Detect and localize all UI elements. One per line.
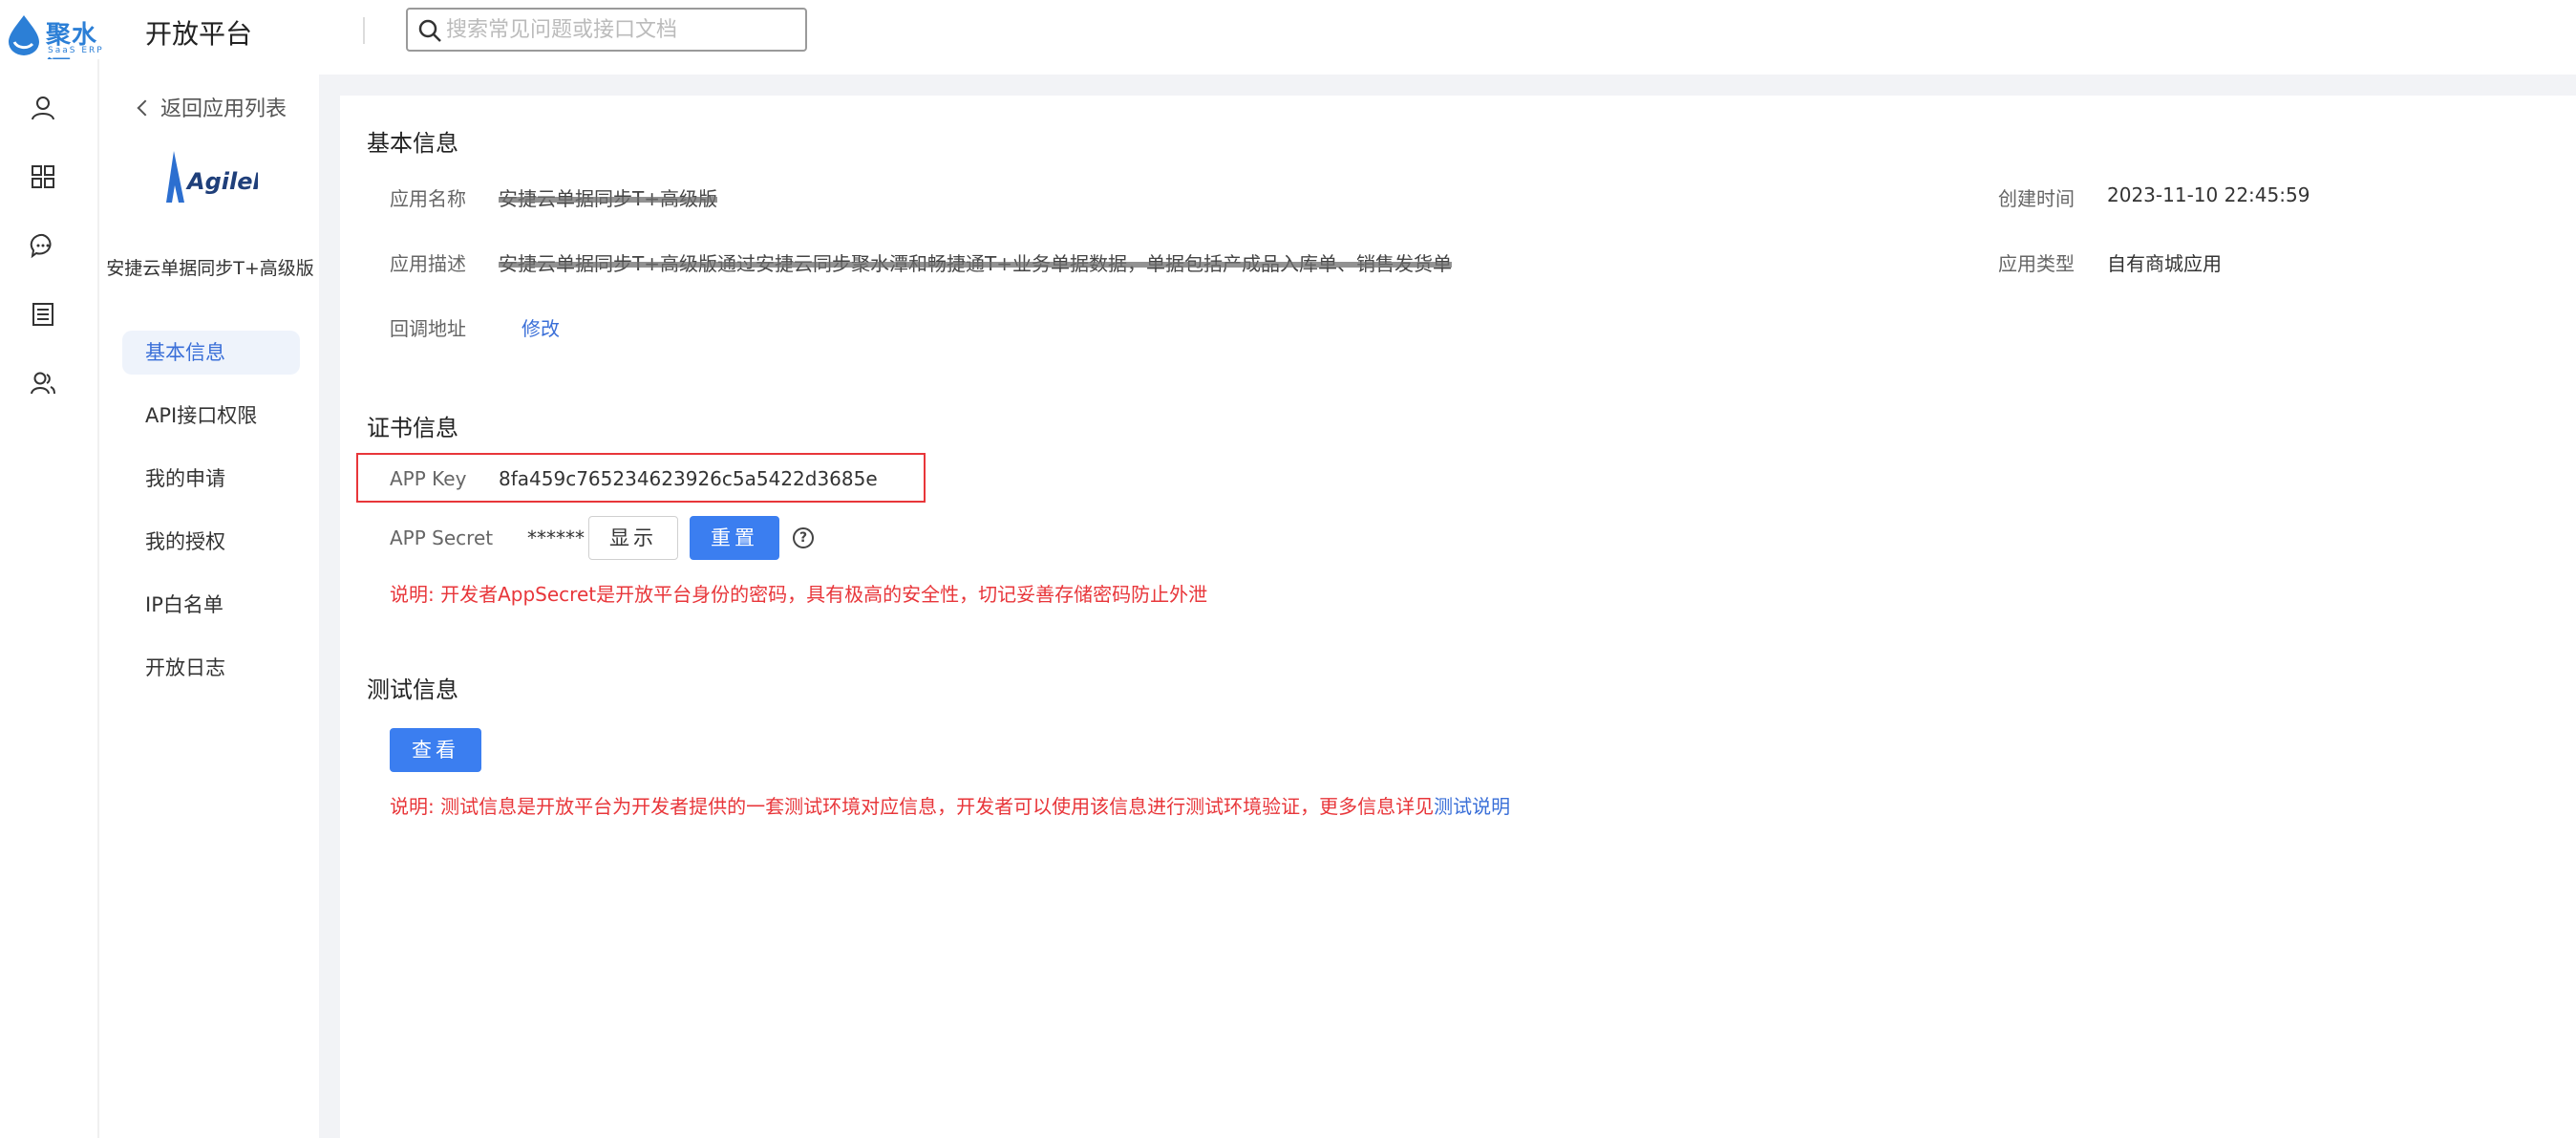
search-icon — [418, 19, 441, 42]
platform-title: 开放平台 — [145, 18, 253, 50]
app-submenu: 返回应用列表 AgileFlow 安捷云单据同步T+高级版 基本信息 API接口… — [101, 75, 319, 1138]
chevron-left-icon — [137, 99, 154, 117]
reset-secret-button[interactable]: 重置 — [690, 516, 779, 560]
test-docs-link[interactable]: 测试说明 — [1434, 795, 1510, 818]
app-key-value[interactable]: 8fa459c765234623926c5a5422d3685e — [499, 467, 878, 490]
user-icon[interactable] — [29, 94, 57, 122]
app-secret-warning-note: 说明: 开发者AppSecret是开放平台身份的密码，具有极高的安全性，切记妥善… — [390, 583, 1208, 606]
team-users-icon[interactable] — [29, 369, 57, 397]
submenu-item-open-logs[interactable]: 开放日志 — [122, 646, 300, 690]
app-name-value: 安捷云单据同步T+高级版 — [499, 187, 717, 210]
app-secret-label: APP Secret — [390, 526, 494, 549]
app-secret-value: ****** — [527, 526, 585, 549]
chat-bubble-icon[interactable] — [29, 231, 57, 260]
submenu-item-label: 我的申请 — [145, 467, 225, 490]
submenu-item-label: IP白名单 — [145, 593, 224, 616]
app-description-label: 应用描述 — [390, 252, 466, 275]
submenu-item-ip-whitelist[interactable]: IP白名单 — [122, 583, 300, 627]
brand-logo[interactable]: 聚水潭 SaaS ERP — [6, 10, 120, 85]
app-description-value: 安捷云单据同步T+高级版通过安捷云同步聚水潭和畅捷通T+业务单据数据，单据包括产… — [499, 252, 1452, 275]
agileflow-app-logo: AgileFlow — [166, 151, 258, 203]
top-header: 聚水潭 SaaS ERP 开放平台 — [0, 0, 2576, 85]
submenu-item-my-authorizations[interactable]: 我的授权 — [122, 520, 300, 564]
view-test-info-button[interactable]: 查看 — [390, 728, 481, 772]
back-label: 返回应用列表 — [160, 97, 287, 121]
submenu-item-label: 我的授权 — [145, 530, 225, 553]
app-name-caption: 安捷云单据同步T+高级版 — [106, 258, 314, 279]
submenu-item-api-permissions[interactable]: API接口权限 — [122, 394, 300, 438]
water-drop-logo-icon — [9, 15, 39, 55]
submenu-item-label: API接口权限 — [145, 404, 258, 427]
cert-info-title: 证书信息 — [367, 415, 458, 441]
submenu-item-label: 基本信息 — [145, 341, 225, 364]
app-type-value: 自有商城应用 — [2107, 252, 2222, 275]
header-divider — [363, 17, 365, 44]
test-info-title: 测试信息 — [367, 676, 458, 703]
grid-apps-icon[interactable] — [29, 162, 57, 191]
show-secret-button[interactable]: 显示 — [588, 516, 678, 560]
created-time-label: 创建时间 — [1998, 187, 2075, 210]
submenu-item-label: 开放日志 — [145, 656, 225, 679]
basic-info-title: 基本信息 — [367, 130, 458, 157]
edit-callback-link[interactable]: 修改 — [522, 313, 560, 341]
created-time-value: 2023-11-10 22:45:59 — [2107, 183, 2310, 206]
test-info-note: 说明: 测试信息是开放平台为开发者提供的一套测试环境对应信息，开发者可以使用该信… — [390, 791, 1510, 819]
test-info-note-text: 说明: 测试信息是开放平台为开发者提供的一套测试环境对应信息，开发者可以使用该信… — [390, 795, 1435, 818]
app-key-label: APP Key — [390, 467, 467, 490]
search-box[interactable] — [406, 8, 807, 52]
brand-subtitle: SaaS ERP — [48, 46, 104, 55]
help-question-icon[interactable]: ? — [793, 527, 814, 548]
main-content-panel: 基本信息 应用名称 安捷云单据同步T+高级版 创建时间 2023-11-10 2… — [340, 96, 2576, 1138]
search-input[interactable] — [446, 13, 799, 46]
submenu-item-basic-info[interactable]: 基本信息 — [122, 331, 300, 375]
app-type-label: 应用类型 — [1998, 252, 2075, 275]
app-logo-text: AgileFlow — [185, 168, 258, 195]
callback-url-label: 回调地址 — [390, 317, 466, 340]
left-icon-rail — [0, 59, 99, 1138]
back-to-app-list-link[interactable]: 返回应用列表 — [137, 92, 287, 122]
list-document-icon[interactable] — [29, 300, 57, 329]
submenu-item-my-applications[interactable]: 我的申请 — [122, 457, 300, 501]
app-name-label: 应用名称 — [390, 187, 466, 210]
